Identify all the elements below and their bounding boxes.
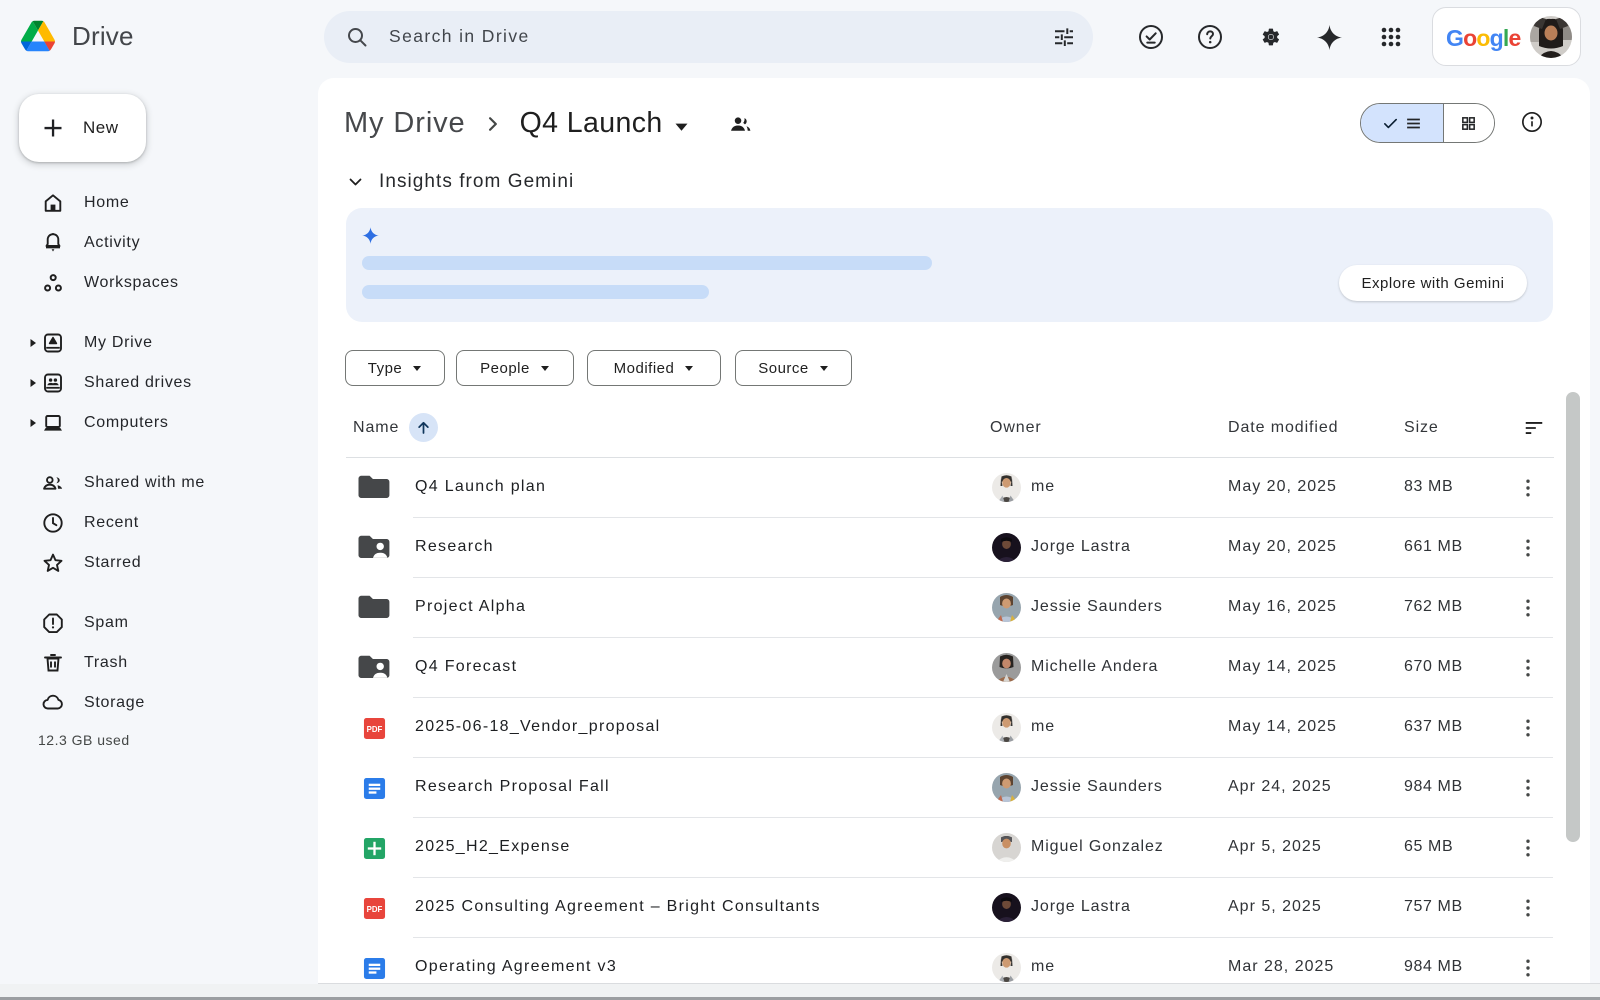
svg-text:PDF: PDF <box>367 905 383 914</box>
svg-text:PDF: PDF <box>367 725 383 734</box>
